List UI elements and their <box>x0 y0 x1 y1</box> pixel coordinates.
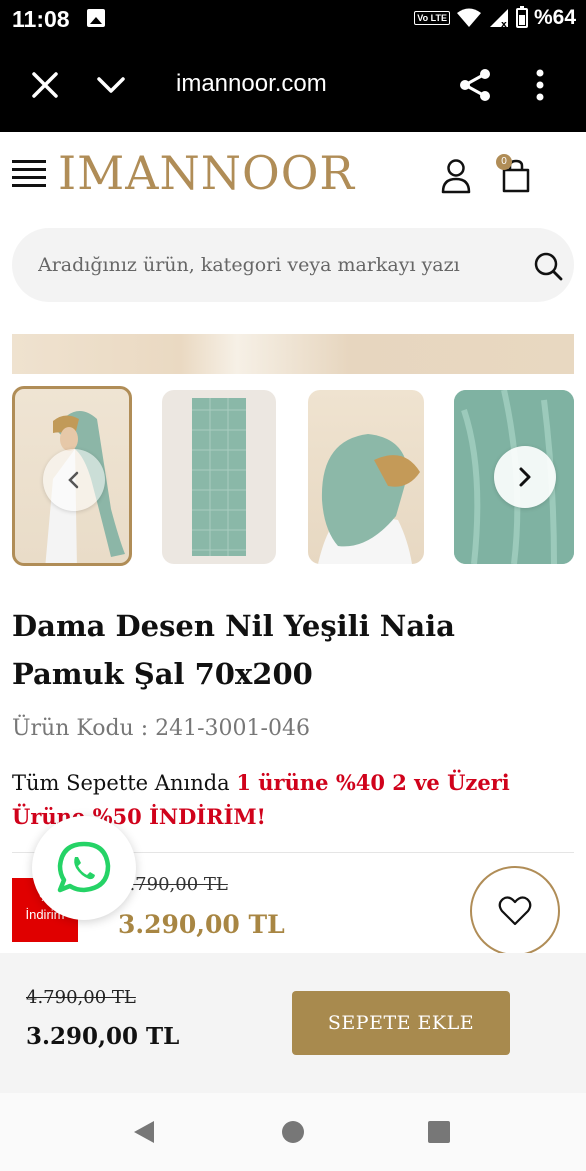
chevron-down-icon[interactable] <box>96 72 126 98</box>
browser-url[interactable]: imannoor.com <box>176 70 327 98</box>
add-to-cart-button[interactable]: SEPETE EKLE <box>292 991 510 1055</box>
back-icon[interactable] <box>132 1119 158 1145</box>
close-icon[interactable] <box>30 70 60 100</box>
heart-icon <box>498 896 532 926</box>
status-bar: 11:08 Vo LTE x %64 <box>0 0 586 38</box>
product-thumbnail[interactable] <box>12 386 132 566</box>
site-logo[interactable]: IMANNOOR <box>58 146 355 200</box>
search-input[interactable] <box>38 250 498 280</box>
product-thumbnail-gallery <box>0 386 586 568</box>
user-account-icon[interactable] <box>440 158 472 194</box>
add-to-favorites-button[interactable] <box>470 866 560 956</box>
share-icon[interactable] <box>458 68 492 102</box>
wifi-icon <box>456 8 481 27</box>
search-bar <box>12 228 574 302</box>
product-main-image[interactable] <box>12 334 574 374</box>
more-options-icon[interactable] <box>530 68 550 102</box>
cart-count-badge: 0 <box>496 154 512 170</box>
gallery-next-button[interactable] <box>494 446 556 508</box>
sticky-purchase-bar: 4.790,00 TL 3.290,00 TL SEPETE EKLE <box>0 953 586 1093</box>
gallery-notification-icon <box>87 9 105 27</box>
battery-icon <box>515 6 528 28</box>
product-thumbnail[interactable] <box>162 390 276 564</box>
sticky-old-price: 4.790,00 TL <box>26 987 136 1008</box>
gallery-prev-button[interactable] <box>43 449 105 511</box>
product-code: Ürün Kodu : 241-3001-046 <box>12 716 310 741</box>
whatsapp-icon <box>57 841 111 893</box>
site-header: IMANNOOR 0 <box>0 132 586 222</box>
sticky-current-price: 3.290,00 TL <box>26 1023 180 1050</box>
chevron-left-icon <box>68 471 79 489</box>
recent-apps-icon[interactable] <box>428 1121 450 1143</box>
menu-icon[interactable] <box>12 160 46 190</box>
status-indicators: Vo LTE x %64 <box>414 6 576 30</box>
search-icon[interactable] <box>532 250 564 282</box>
home-icon[interactable] <box>282 1121 304 1143</box>
battery-level: %64 <box>533 6 576 29</box>
chevron-right-icon <box>519 467 531 487</box>
product-thumbnail[interactable] <box>308 390 424 564</box>
whatsapp-chat-button[interactable] <box>32 816 136 920</box>
volte-icon: Vo LTE <box>414 11 450 25</box>
android-navigation-bar <box>0 1093 586 1171</box>
current-price: 3.290,00 TL <box>118 910 285 939</box>
status-time: 11:08 <box>12 6 70 32</box>
product-title: Dama Desen Nil Yeşili Naia Pamuk Şal 70x… <box>12 609 455 691</box>
svg-text:x: x <box>501 20 507 28</box>
browser-toolbar: imannoor.com <box>0 38 586 132</box>
signal-icon: x <box>489 9 508 28</box>
promo-prefix: Tüm Sepette Anında <box>12 771 237 795</box>
